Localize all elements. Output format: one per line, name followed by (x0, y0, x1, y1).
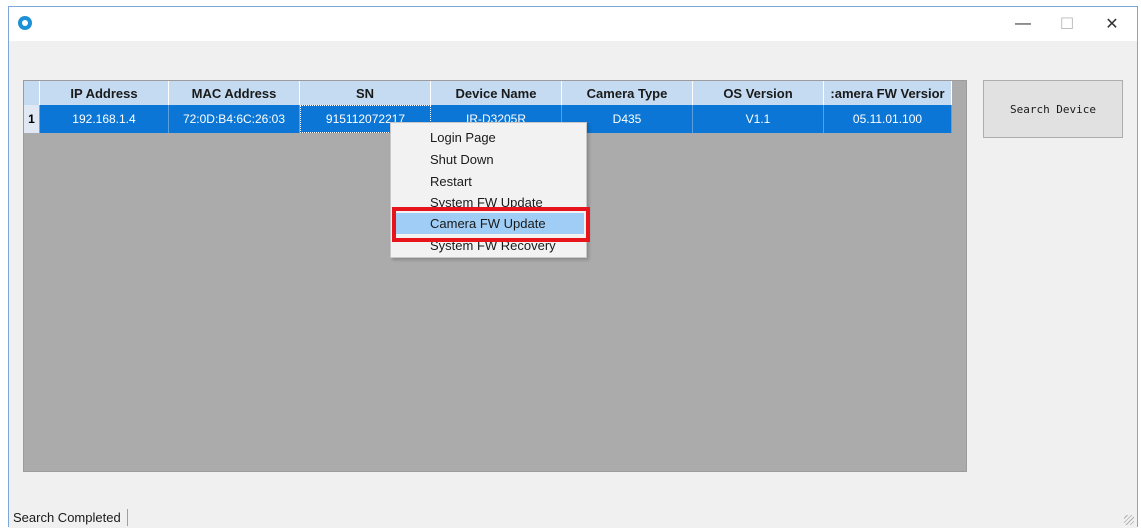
menu-item-shut-down[interactable]: Shut Down (393, 149, 584, 170)
highlight-annotation-box (392, 207, 590, 242)
main-window: — ☐ ✕ IP Address MAC Address SN Device N… (8, 6, 1138, 528)
table-header: IP Address MAC Address SN Device Name Ca… (24, 81, 966, 105)
column-header-mac-address[interactable]: MAC Address (169, 81, 300, 105)
menu-item-login-page[interactable]: Login Page (393, 127, 584, 148)
column-header-camera-fw-version[interactable]: :amera FW Versior (824, 81, 952, 105)
column-header-camera-type[interactable]: Camera Type (562, 81, 693, 105)
cell-ip-address[interactable]: 192.168.1.4 (40, 105, 169, 133)
title-bar: — ☐ ✕ (9, 7, 1137, 41)
column-header-ip-address[interactable]: IP Address (40, 81, 169, 105)
maximize-button[interactable]: ☐ (1045, 11, 1089, 37)
search-device-button[interactable]: Search Device (983, 80, 1123, 138)
table-corner[interactable] (24, 81, 40, 105)
close-button[interactable]: ✕ (1090, 11, 1134, 37)
cell-os-version[interactable]: V1.1 (693, 105, 824, 133)
cell-mac-address[interactable]: 72:0D:B4:6C:26:03 (169, 105, 300, 133)
column-header-sn[interactable]: SN (300, 81, 431, 105)
row-header[interactable]: 1 (24, 105, 40, 133)
column-header-device-name[interactable]: Device Name (431, 81, 562, 105)
cell-camera-fw-version[interactable]: 05.11.01.100 (824, 105, 952, 133)
menu-item-restart[interactable]: Restart (393, 171, 584, 192)
status-bar: Search Completed (9, 507, 1137, 528)
status-text: Search Completed (13, 509, 128, 526)
app-logo-icon (18, 16, 32, 30)
minimize-button[interactable]: — (1001, 11, 1045, 37)
column-header-os-version[interactable]: OS Version (693, 81, 824, 105)
resize-grip-icon[interactable] (1124, 515, 1134, 525)
